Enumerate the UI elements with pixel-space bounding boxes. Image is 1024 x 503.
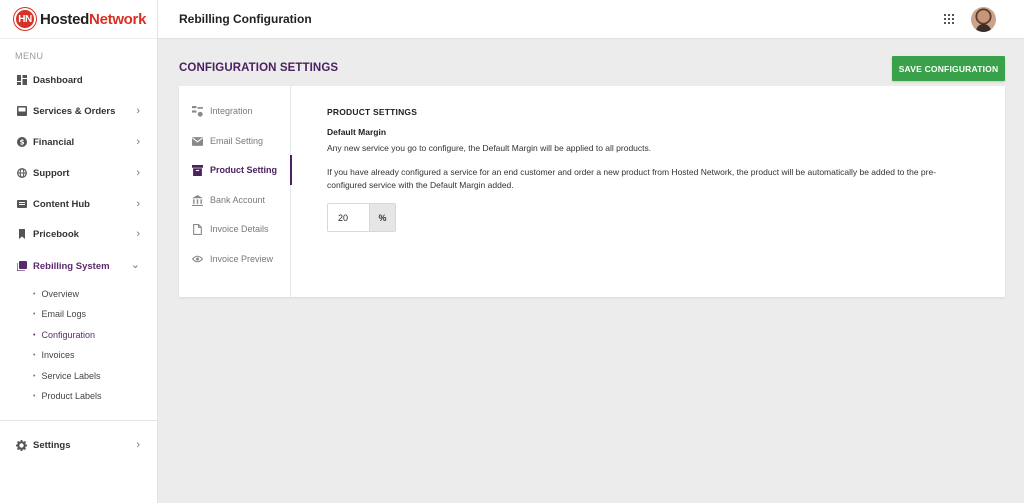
svg-text:$: $ [19,139,24,147]
integration-icon [192,105,203,117]
preconfigured-service-note: If you have already configured a service… [327,167,937,190]
section-title: CONFIGURATION SETTINGS [179,62,339,74]
chevron-right-icon: › [136,167,140,179]
menu-label: MENU [15,51,44,61]
tab-bank-account[interactable]: Bank Account [179,187,291,213]
sidebar-item-financial[interactable]: $ Financial › [0,130,157,154]
sidebar-item-label: Services & Orders [33,105,116,117]
brand-name: HostedNetwork [40,10,147,28]
sidebar-item-settings[interactable]: Settings › [0,433,157,457]
default-margin-heading: Default Margin [327,127,387,137]
brand-logo[interactable]: HN HostedNetwork [0,0,157,39]
chevron-right-icon: › [136,105,140,117]
sidebar-item-content-hub[interactable]: Content Hub › [0,192,157,216]
dollar-icon: $ [16,137,27,148]
page-title: Rebilling Configuration [179,12,312,26]
brand-mark: HN [14,8,36,30]
settings-card: Integration Email Setting Product Settin… [179,86,1005,297]
sidebar-item-dashboard[interactable]: Dashboard [0,68,157,92]
sidebar-item-services-orders[interactable]: Services & Orders › [0,99,157,123]
tab-label: Product Setting [210,165,277,175]
mail-icon [192,136,203,147]
sidebar-item-rebilling-system[interactable]: Rebilling System ⌄ [0,254,157,278]
subnav-product-labels[interactable]: Product Labels [33,389,101,403]
sidebar-item-support[interactable]: Support › [0,161,157,185]
tab-label: Bank Account [210,195,266,205]
chevron-right-icon: › [136,439,140,451]
globe-icon [16,168,27,179]
sidebar-item-label: Rebilling System [33,260,110,272]
tab-label: Integration [210,106,253,116]
document-icon [192,223,203,235]
content-icon [16,199,27,210]
subnav-email-logs[interactable]: Email Logs [33,307,86,321]
chevron-down-icon: ⌄ [130,259,140,271]
tab-email-setting[interactable]: Email Setting [179,128,291,154]
chevron-right-icon: › [136,136,140,148]
tab-invoice-details[interactable]: Invoice Details [179,216,291,242]
sidebar-item-label: Settings [33,439,71,451]
percent-suffix: % [369,204,395,231]
tab-product-setting[interactable]: Product Setting [179,155,292,185]
tab-label: Invoice Details [210,224,269,234]
tab-label: Email Setting [210,136,264,146]
product-settings-heading: PRODUCT SETTINGS [327,107,418,117]
eye-icon [192,254,203,265]
default-margin-description: Any new service you go to configure, the… [327,143,652,153]
settings-tabs: Integration Email Setting Product Settin… [179,86,292,297]
subnav-service-labels[interactable]: Service Labels [33,369,100,383]
bookmark-icon [16,229,27,240]
tab-label: Invoice Preview [210,254,274,264]
topbar: Rebilling Configuration [158,0,1024,39]
tab-invoice-preview[interactable]: Invoice Preview [179,246,291,272]
sidebar: HN HostedNetwork MENU Dashboard Services… [0,0,158,503]
save-configuration-button[interactable]: SAVE CONFIGURATION [892,56,1005,81]
sidebar-divider [0,420,157,421]
apps-grid-icon[interactable] [944,14,954,24]
archive-icon [192,164,203,176]
avatar[interactable] [971,7,996,32]
sidebar-item-pricebook[interactable]: Pricebook › [0,222,157,246]
subnav-configuration[interactable]: Configuration [33,328,95,342]
chevron-right-icon: › [136,198,140,210]
library-icon [16,261,27,272]
inbox-icon [16,106,27,117]
bank-icon [192,194,203,206]
default-margin-input[interactable] [328,204,369,231]
dashboard-icon [16,75,27,86]
sidebar-item-label: Financial [33,136,75,148]
sidebar-item-label: Dashboard [33,74,83,86]
sidebar-item-label: Content Hub [33,198,90,210]
subnav-overview[interactable]: Overview [33,287,79,301]
gear-icon [16,439,27,451]
subnav-invoices[interactable]: Invoices [33,348,74,362]
default-margin-field: % [327,203,396,232]
sidebar-item-label: Pricebook [33,228,79,240]
chevron-right-icon: › [136,228,140,240]
sidebar-item-label: Support [33,167,70,179]
tab-integration[interactable]: Integration [179,98,291,124]
